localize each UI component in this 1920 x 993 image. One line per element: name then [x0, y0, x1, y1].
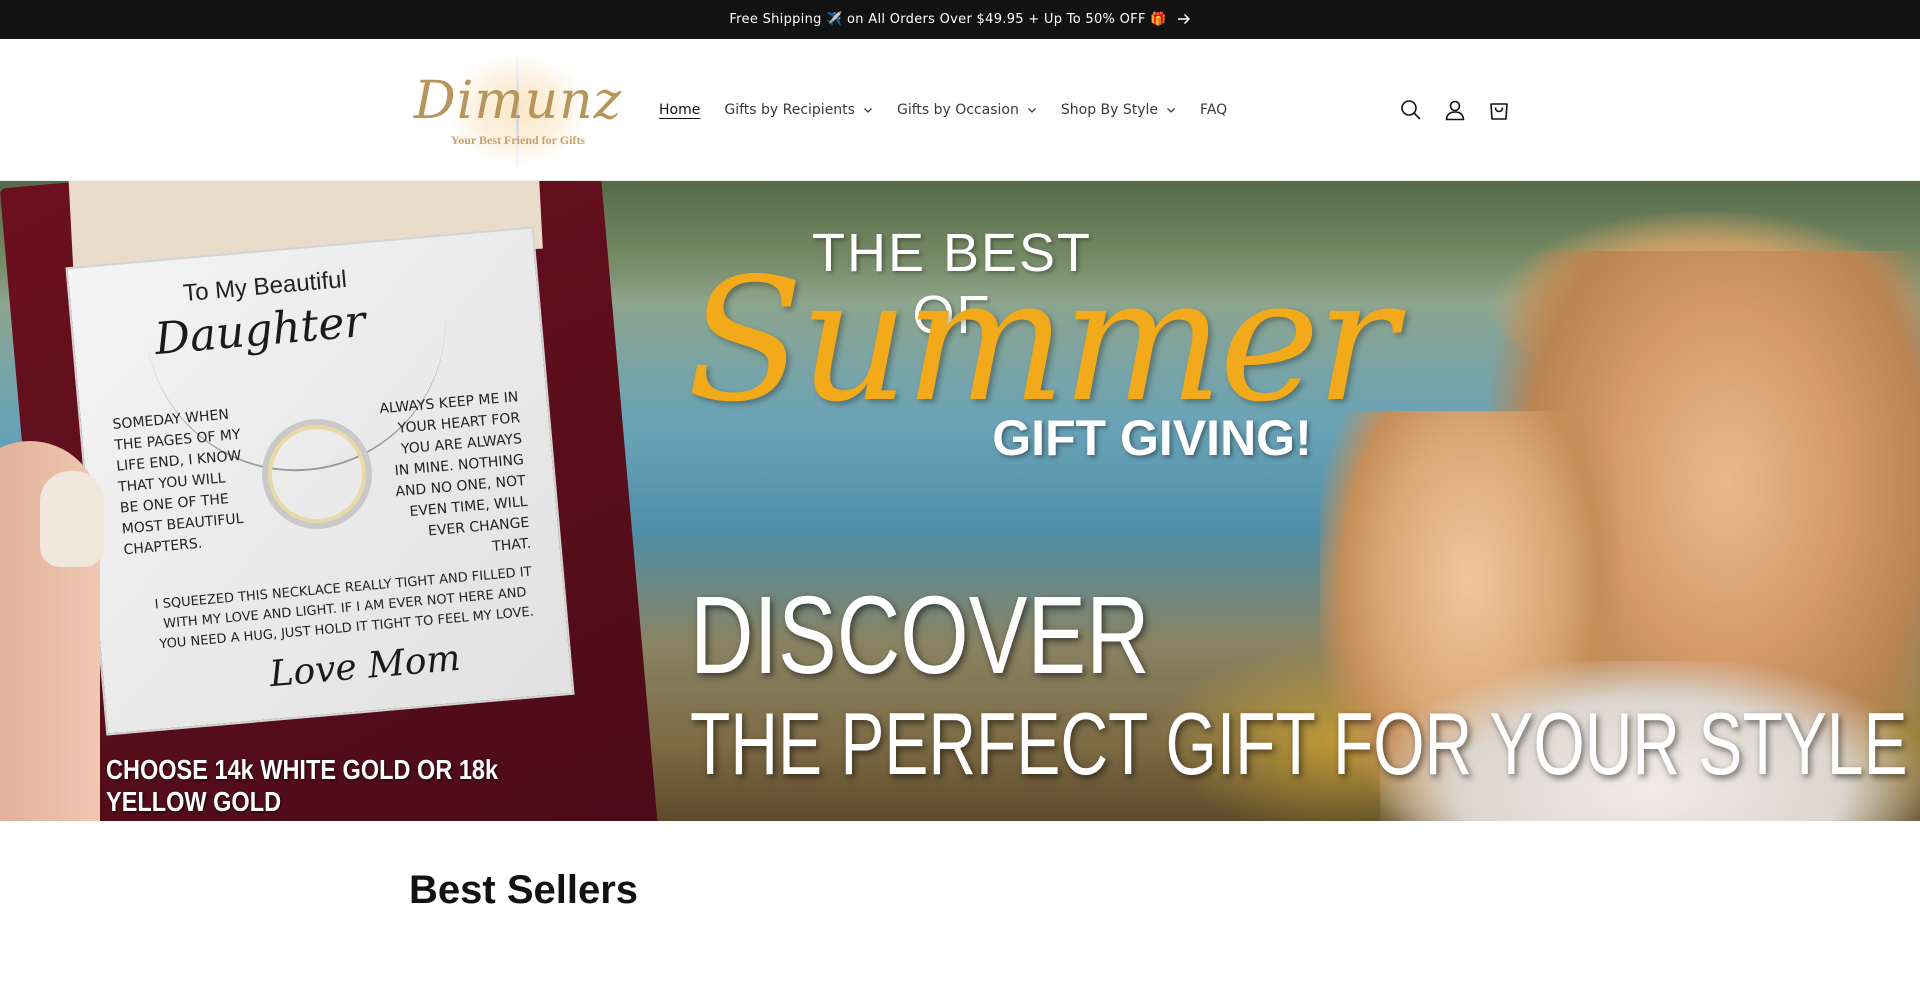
cart-icon[interactable] — [1477, 88, 1521, 132]
main-nav: Home Gifts by Recipients Gifts by Occasi… — [659, 39, 1251, 181]
heart-pendant-icon — [262, 419, 372, 529]
account-icon[interactable] — [1433, 88, 1477, 132]
card-right-text: ALWAYS KEEP ME IN YOUR HEART FOR YOU ARE… — [378, 389, 532, 555]
hero-banner[interactable]: To My Beautiful Daughter SOMEDAY WHEN TH… — [0, 181, 1920, 821]
nav-item-label: Shop By Style — [1060, 102, 1159, 118]
logo[interactable]: Dimunz Your Best Friend for Gifts — [414, 47, 621, 173]
section-title-best-sellers: Best Sellers — [409, 868, 639, 912]
nav-item-label: Gifts by Recipients — [724, 102, 855, 118]
nav-item-label: FAQ — [1200, 102, 1228, 118]
site-header: Dimunz Your Best Friend for Gifts Home G… — [0, 39, 1920, 181]
logo-tagline: Your Best Friend for Gifts — [450, 132, 586, 147]
nav-item-faq[interactable]: FAQ — [1200, 102, 1227, 118]
nav-item-home[interactable]: Home — [659, 102, 700, 118]
hero-perfect-gift-text: THE PERFECT GIFT FOR YOUR STYLE — [690, 694, 1908, 793]
announcement-bar: Free Shipping ✈️ on All Orders Over $49.… — [0, 0, 1920, 39]
nav-item-shop-by-style[interactable]: Shop By Style — [1061, 102, 1176, 118]
hero-discover-text: DISCOVER — [690, 574, 1150, 697]
announcement-text[interactable]: Free Shipping ✈️ on All Orders Over $49.… — [729, 12, 1166, 27]
nav-item-gifts-by-occasion[interactable]: Gifts by Occasion — [897, 102, 1037, 118]
chevron-down-icon — [1167, 108, 1176, 113]
chevron-down-icon — [864, 108, 872, 113]
thumbnail-nail — [40, 471, 104, 567]
nav-item-label: Home — [659, 102, 701, 118]
hero-headline-sub: GIFT GIVING! — [992, 410, 1312, 466]
nav-item-label: Gifts by Occasion — [896, 102, 1019, 118]
header-icons — [1389, 39, 1521, 181]
chevron-down-icon — [1027, 108, 1036, 113]
search-icon[interactable] — [1389, 88, 1433, 132]
hero-metal-choice-text: CHOOSE 14k WHITE GOLD OR 18k YELLOW GOLD — [106, 754, 499, 817]
nav-item-gifts-by-recipients[interactable]: Gifts by Recipients — [724, 102, 873, 118]
logo-wordmark: Dimunz — [414, 70, 623, 131]
card-left-text: SOMEDAY WHEN THE PAGES OF MY LIFE END, I… — [112, 406, 245, 559]
arrow-right-icon[interactable] — [1177, 11, 1191, 29]
